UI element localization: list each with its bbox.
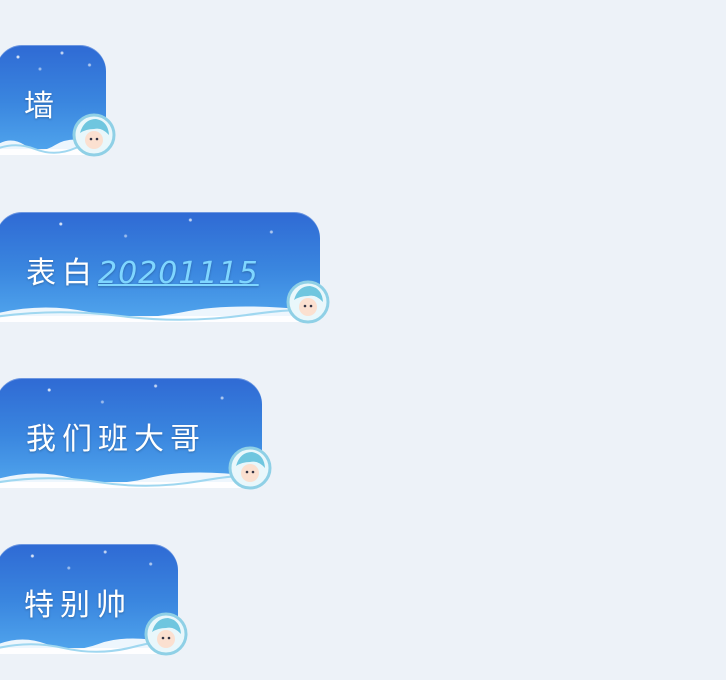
chat-bubble[interactable]: 墙 [0, 45, 116, 157]
bubble-stars [0, 378, 262, 418]
date-link[interactable]: 20201115 [98, 256, 259, 291]
mascot-icon [144, 612, 188, 656]
message-text: 墙 [24, 89, 60, 124]
message-text-plain: 表白 [26, 256, 98, 291]
chat-bubble[interactable]: 表白20201115 [0, 212, 330, 324]
message-text: 我们班大哥 [26, 422, 206, 457]
chat-bubble[interactable]: 我们班大哥 [0, 378, 272, 490]
bubble-stars [0, 45, 106, 85]
bubble-stars [0, 544, 178, 584]
message-text: 特别帅 [24, 588, 132, 623]
wave-icon [0, 300, 310, 322]
mascot-icon [286, 280, 330, 324]
wave-icon [0, 632, 168, 654]
mascot-icon [228, 446, 272, 490]
message-text: 表白20201115 [26, 248, 259, 292]
bubble-stars [0, 212, 320, 252]
wave-icon [0, 466, 252, 488]
chat-bubble[interactable]: 特别帅 [0, 544, 188, 656]
mascot-icon [72, 113, 116, 157]
